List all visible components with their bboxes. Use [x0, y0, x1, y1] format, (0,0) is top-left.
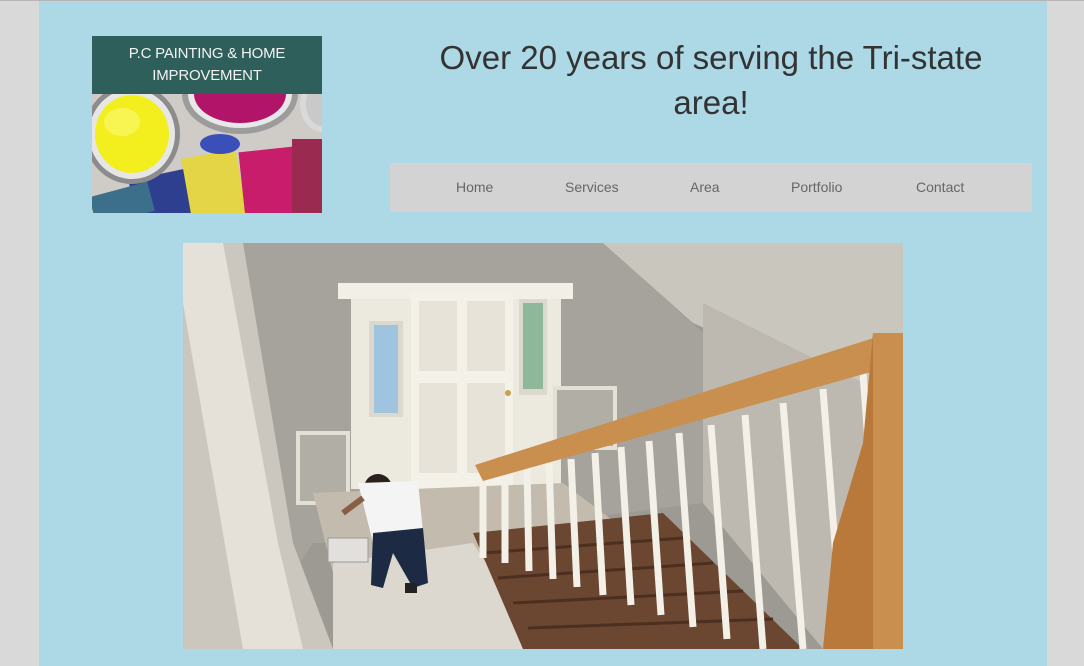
nav-item-home[interactable]: Home — [456, 163, 493, 212]
nav-item-area[interactable]: Area — [690, 163, 720, 212]
page-container: P.C PAINTING & HOME IMPROVEMENT Over 20 … — [39, 1, 1047, 666]
painter-staircase-image — [183, 243, 903, 649]
paint-cans-image — [92, 94, 322, 213]
nav-item-contact[interactable]: Contact — [916, 163, 964, 212]
hero-photo — [183, 243, 903, 649]
main-nav: Home Services Area Portfolio Contact — [390, 163, 1032, 212]
nav-item-services[interactable]: Services — [565, 163, 619, 212]
nav-item-portfolio[interactable]: Portfolio — [791, 163, 842, 212]
site-logo[interactable]: P.C PAINTING & HOME IMPROVEMENT — [92, 36, 322, 213]
site-tagline: Over 20 years of serving the Tri-state a… — [439, 39, 983, 121]
logo-title-line2: IMPROVEMENT — [152, 67, 262, 84]
logo-banner: P.C PAINTING & HOME IMPROVEMENT — [92, 36, 322, 94]
logo-title-line1: P.C PAINTING & HOME — [128, 45, 286, 62]
